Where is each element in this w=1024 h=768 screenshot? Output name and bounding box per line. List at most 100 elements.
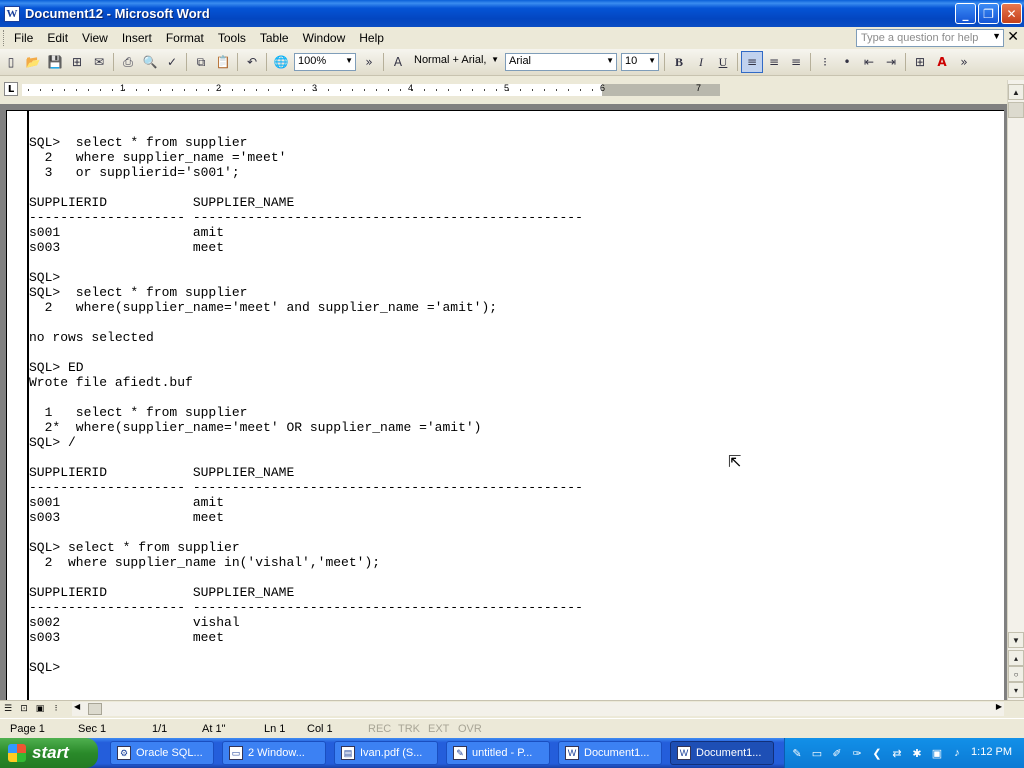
menu-window[interactable]: Window — [296, 31, 353, 45]
document-line[interactable]: -------------------- -------------------… — [29, 480, 583, 495]
document-line[interactable] — [29, 180, 583, 195]
document-line[interactable]: s001 amit — [29, 225, 583, 240]
document-line[interactable]: no rows selected — [29, 330, 583, 345]
menu-table[interactable]: Table — [253, 31, 296, 45]
font-select[interactable]: Arial ▼ — [505, 53, 617, 71]
font-size-select[interactable]: 10 ▼ — [621, 53, 659, 71]
bold-button[interactable]: B — [668, 51, 690, 73]
document-line[interactable]: SUPPLIERID SUPPLIER_NAME — [29, 585, 583, 600]
document-text[interactable]: SQL> select * from supplier 2 where supp… — [29, 135, 583, 675]
close-button[interactable]: ✕ — [1001, 3, 1022, 24]
document-line[interactable]: s003 meet — [29, 630, 583, 645]
expand-tray-icon[interactable]: ❮ — [869, 745, 885, 761]
brush-icon[interactable]: ✑ — [849, 745, 865, 761]
title-bar[interactable]: W Document12 - Microsoft Word _ ❐ ✕ — [0, 0, 1024, 27]
document-page[interactable]: SQL> select * from supplier 2 where supp… — [6, 110, 1004, 700]
document-line[interactable]: s003 meet — [29, 510, 583, 525]
tab-selector-icon[interactable]: L — [4, 82, 18, 96]
toolbar-overflow-icon[interactable]: » — [953, 51, 975, 73]
underline-button[interactable]: U — [712, 51, 734, 73]
vertical-scrollbar[interactable]: ▲ ▼ ▴ ○ ▾ — [1007, 80, 1024, 700]
scroll-thumb[interactable] — [1008, 102, 1024, 118]
document-line[interactable] — [29, 525, 583, 540]
outline-view-icon[interactable]: ⁝ — [48, 702, 64, 716]
select-browse-object-icon[interactable]: ○ — [1008, 666, 1024, 682]
scroll-right-icon[interactable]: ▶ — [996, 702, 1002, 711]
document-line[interactable]: s001 amit — [29, 495, 583, 510]
document-line[interactable]: 2 where supplier_name in('vishal','meet'… — [29, 555, 583, 570]
horizontal-ruler[interactable]: 1 2 3 4 5 6 7 — [22, 83, 720, 96]
document-line[interactable]: SQL> / — [29, 435, 583, 450]
save-icon[interactable]: 💾 — [44, 51, 66, 73]
previous-page-icon[interactable]: ▴ — [1008, 650, 1024, 666]
open-folder-icon[interactable]: 📂 — [22, 51, 44, 73]
taskbar-item-document1-active[interactable]: W Document1... — [670, 741, 774, 765]
document-line[interactable]: s003 meet — [29, 240, 583, 255]
document-line[interactable]: 2 where supplier_name ='meet' — [29, 150, 583, 165]
document-line[interactable] — [29, 255, 583, 270]
taskbar-item-ivan-pdf[interactable]: ▤ Ivan.pdf (S... — [334, 741, 438, 765]
undo-icon[interactable]: ↶ — [241, 51, 263, 73]
document-line[interactable]: SQL> — [29, 270, 583, 285]
status-trk[interactable]: TRK — [398, 723, 420, 735]
menu-insert[interactable]: Insert — [115, 31, 159, 45]
document-line[interactable] — [29, 390, 583, 405]
volume-icon[interactable]: ♪ — [949, 745, 965, 761]
status-ovr[interactable]: OVR — [458, 723, 482, 735]
document-line[interactable] — [29, 645, 583, 660]
pen-icon[interactable]: ✐ — [829, 745, 845, 761]
document-line[interactable]: 2 where(supplier_name='meet' and supplie… — [29, 300, 583, 315]
document-line[interactable]: s002 vishal — [29, 615, 583, 630]
web-layout-icon[interactable]: ⊡ — [16, 702, 32, 716]
email-icon[interactable]: ✉ — [88, 51, 110, 73]
minimize-button[interactable]: _ — [955, 3, 976, 24]
display-icon[interactable]: ▭ — [809, 745, 825, 761]
document-line[interactable]: 2* where(supplier_name='meet' OR supplie… — [29, 420, 583, 435]
align-center-icon[interactable]: ≡ — [763, 51, 785, 73]
print-icon[interactable]: ⎙ — [117, 51, 139, 73]
document-line[interactable] — [29, 315, 583, 330]
document-line[interactable]: Wrote file afiedt.buf — [29, 375, 583, 390]
bullets-icon[interactable]: • — [836, 51, 858, 73]
status-ext[interactable]: EXT — [428, 723, 449, 735]
print-preview-icon[interactable]: 🔍 — [139, 51, 161, 73]
document-line[interactable] — [29, 450, 583, 465]
new-document-icon[interactable]: ▯ — [0, 51, 22, 73]
menu-help[interactable]: Help — [352, 31, 391, 45]
chevron-down-icon[interactable]: ▼ — [992, 31, 1001, 41]
decrease-indent-icon[interactable]: ⇤ — [858, 51, 880, 73]
print-layout-icon[interactable]: ▣ — [32, 702, 48, 716]
scroll-down-icon[interactable]: ▼ — [1008, 632, 1024, 648]
tool-icon[interactable]: ✎ — [789, 745, 805, 761]
styles-icon[interactable]: A — [387, 51, 409, 73]
document-line[interactable] — [29, 345, 583, 360]
zoom-select[interactable]: 100% ▼ — [294, 53, 356, 71]
border-icon[interactable]: ⊞ — [909, 51, 931, 73]
menu-file[interactable]: File — [7, 31, 40, 45]
hyperlink-icon[interactable]: 🌐 — [270, 51, 292, 73]
document-line[interactable]: SQL> select * from supplier — [29, 135, 583, 150]
taskbar-item-document1[interactable]: W Document1... — [558, 741, 662, 765]
taskbar-item-oracle-sql[interactable]: ⚙ Oracle SQL... — [110, 741, 214, 765]
word-app-icon[interactable]: W — [4, 5, 20, 22]
next-page-icon[interactable]: ▾ — [1008, 682, 1024, 698]
start-button[interactable]: start — [0, 738, 98, 768]
align-right-icon[interactable]: ≡ — [785, 51, 807, 73]
document-line[interactable]: 3 or supplierid='s001'; — [29, 165, 583, 180]
normal-view-icon[interactable]: ☰ — [0, 702, 16, 716]
style-select[interactable]: Normal + Arial, ▼ — [411, 53, 501, 71]
network-icon[interactable]: ⇄ — [889, 745, 905, 761]
menu-format[interactable]: Format — [159, 31, 211, 45]
menu-edit[interactable]: Edit — [40, 31, 75, 45]
menu-view[interactable]: View — [75, 31, 115, 45]
taskbar-item-paint[interactable]: ✎ untitled - P... — [446, 741, 550, 765]
copy-icon[interactable]: ⧉ — [190, 51, 212, 73]
security-icon[interactable]: ✱ — [909, 745, 925, 761]
document-line[interactable]: SQL> ED — [29, 360, 583, 375]
document-line[interactable]: -------------------- -------------------… — [29, 600, 583, 615]
numbering-icon[interactable]: ⁝ — [814, 51, 836, 73]
toolbar-options-icon[interactable]: » — [358, 51, 380, 73]
document-line[interactable] — [29, 570, 583, 585]
document-line[interactable]: -------------------- -------------------… — [29, 210, 583, 225]
taskbar-item-windows-group[interactable]: ▭ 2 Window... — [222, 741, 326, 765]
